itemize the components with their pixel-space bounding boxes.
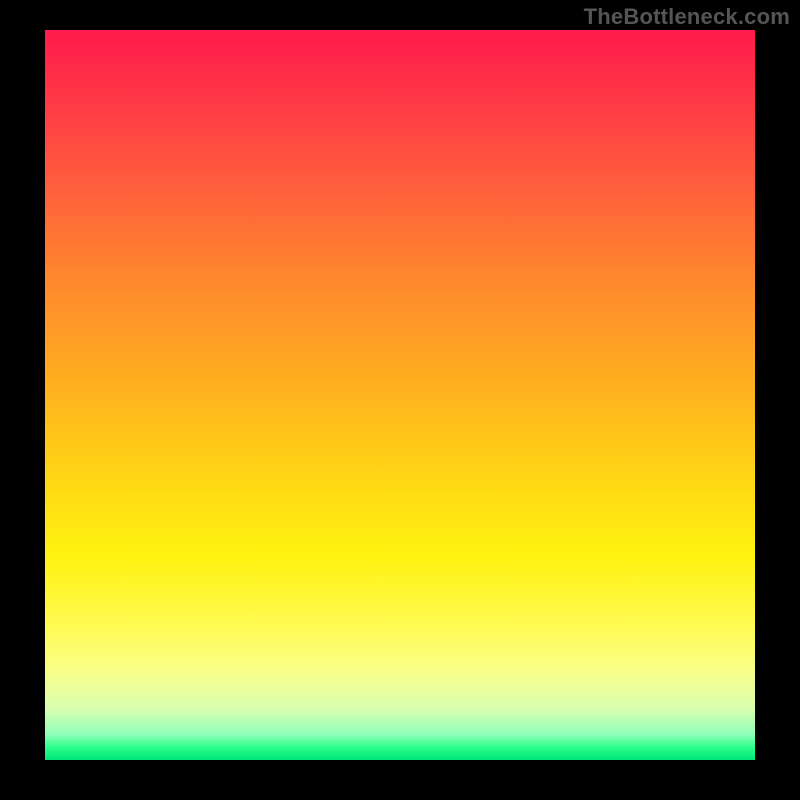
plot-area: [45, 30, 755, 760]
gradient-background: [45, 30, 755, 760]
watermark-text: TheBottleneck.com: [584, 4, 790, 30]
chart-frame: TheBottleneck.com: [0, 0, 800, 800]
